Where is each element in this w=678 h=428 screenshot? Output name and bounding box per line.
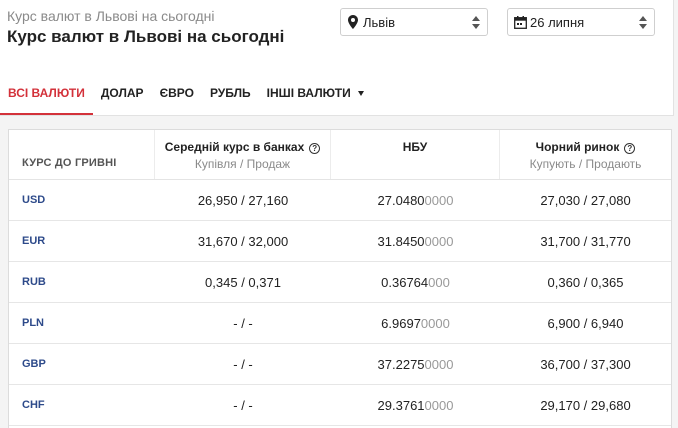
nbu-rate-main: 29.3761 (377, 397, 425, 413)
rates-table: КУРС ДО ГРИВНІ Середній курс в банках? К… (8, 129, 672, 428)
currency-tabs: ВСІ ВАЛЮТИ ДОЛАР ЄВРО РУБЛЬ ІНШІ ВАЛЮТИ (0, 80, 372, 115)
nbu-rate-tail: 0000 (424, 356, 454, 372)
chevron-down-icon (357, 91, 364, 96)
col-nbu-title: НБУ (402, 140, 428, 154)
header-nbu: НБУ (331, 130, 500, 179)
tab-label: ІНШІ ВАЛЮТИ (266, 86, 351, 100)
tab-all-currencies[interactable]: ВСІ ВАЛЮТИ (0, 80, 93, 115)
black-market-rate: 31,700 / 31,770 (540, 233, 631, 249)
city-select[interactable]: Львів (340, 8, 488, 36)
info-icon[interactable]: ? (309, 143, 321, 154)
calendar-icon (513, 14, 527, 30)
currency-code[interactable]: CHF (9, 399, 155, 411)
header-black-market: Чорний ринок? Купують / Продають (500, 130, 671, 179)
city-value: Львів (363, 14, 396, 30)
top-panel: Курс валют в Львові на сьогодні Курс вал… (0, 0, 674, 116)
col-currency-label: КУРС ДО ГРИВНІ (22, 157, 117, 169)
banks-rate: 31,670 / 32,000 (197, 233, 289, 249)
table-row: USD 26,950 / 27,160 27.04800000 27,030 /… (9, 180, 671, 221)
tab-other-currencies[interactable]: ІНШІ ВАЛЮТИ (259, 80, 372, 115)
table-row: GBP - / - 37.22750000 36,700 / 37,300 (9, 344, 671, 385)
col-banks-title-wrap: Середній курс в банках? (155, 140, 330, 154)
header-currency: КУРС ДО ГРИВНІ (9, 130, 155, 179)
black-market-rate: 27,030 / 27,080 (540, 192, 631, 208)
black-market-rate: 6,900 / 6,940 (547, 315, 624, 331)
table-row: EUR 31,670 / 32,000 31.84500000 31,700 /… (9, 221, 671, 262)
table-header: КУРС ДО ГРИВНІ Середній курс в банках? К… (9, 130, 671, 180)
select-arrows-icon (470, 15, 482, 29)
tab-label: РУБЛЬ (209, 86, 251, 100)
black-market-rate: 0,360 / 0,365 (547, 274, 624, 290)
nbu-rate-main: 27.0480 (377, 192, 425, 208)
nbu-rate-tail: 0000 (424, 397, 454, 413)
nbu-rate: 37.22750000 (331, 357, 500, 372)
nbu-rate-tail: 0000 (424, 192, 454, 208)
tab-label: ВСІ ВАЛЮТИ (8, 86, 85, 100)
location-pin-icon (346, 14, 360, 30)
date-value: 26 липня (530, 14, 585, 30)
nbu-rate-main: 37.2275 (377, 356, 425, 372)
nbu-rate-tail: 0000 (424, 233, 454, 249)
nbu-rate: 29.37610000 (331, 398, 500, 413)
col-black-subtitle: Купують / Продають (529, 157, 642, 171)
tab-euro[interactable]: ЄВРО (152, 80, 202, 115)
currency-code[interactable]: USD (9, 194, 155, 206)
col-black-title-wrap: Чорний ринок? (500, 140, 671, 154)
tab-dollar[interactable]: ДОЛАР (93, 80, 152, 115)
tab-ruble[interactable]: РУБЛЬ (202, 80, 259, 115)
banks-rate: - / - (233, 397, 253, 413)
nbu-rate-tail: 0000 (420, 315, 450, 331)
black-market-rate: 29,170 / 29,680 (540, 397, 631, 413)
page-title: Курс валют в Львові на сьогодні (7, 27, 285, 46)
banks-rate: - / - (233, 315, 253, 331)
banks-rate: 26,950 / 27,160 (197, 192, 289, 208)
nbu-rate-main: 0.36764 (381, 274, 429, 290)
select-arrows-icon (637, 15, 649, 29)
tab-label: ЄВРО (159, 86, 194, 100)
col-banks-subtitle: Купівля / Продаж (194, 157, 291, 171)
nbu-rate-tail: 000 (428, 274, 450, 290)
table-row: CHF - / - 29.37610000 29,170 / 29,680 (9, 385, 671, 426)
banks-rate: 0,345 / 0,371 (205, 274, 281, 290)
date-select[interactable]: 26 липня (507, 8, 655, 36)
nbu-rate: 27.04800000 (331, 193, 500, 208)
col-banks-title: Середній курс в банках (164, 140, 305, 154)
table-row: PLN - / - 6.96970000 6,900 / 6,940 (9, 303, 671, 344)
nbu-rate: 6.96970000 (331, 316, 500, 331)
banks-rate: - / - (233, 356, 253, 372)
nbu-rate-main: 6.9697 (381, 315, 421, 331)
currency-code[interactable]: EUR (9, 235, 155, 247)
currency-code[interactable]: GBP (9, 358, 155, 370)
nbu-rate-main: 31.8450 (377, 233, 425, 249)
info-icon[interactable]: ? (624, 143, 636, 154)
col-black-title: Чорний ринок (535, 140, 620, 154)
black-market-rate: 36,700 / 37,300 (540, 356, 631, 372)
nbu-rate: 31.84500000 (331, 234, 500, 249)
tab-label: ДОЛАР (100, 86, 144, 100)
table-row: RUB 0,345 / 0,371 0.36764000 0,360 / 0,3… (9, 262, 671, 303)
nbu-rate: 0.36764000 (331, 275, 500, 290)
header-banks: Середній курс в банках? Купівля / Продаж (155, 130, 331, 179)
currency-code[interactable]: RUB (9, 276, 155, 288)
currency-code[interactable]: PLN (9, 317, 155, 329)
page-super-title: Курс валют в Львові на сьогодні (7, 8, 215, 24)
